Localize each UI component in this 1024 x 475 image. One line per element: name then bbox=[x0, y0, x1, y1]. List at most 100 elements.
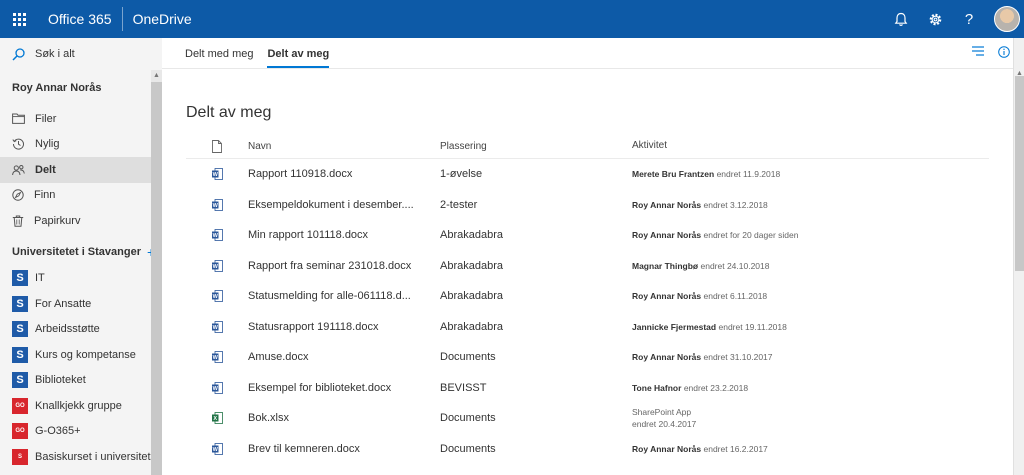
nav-item-files[interactable]: Filer bbox=[0, 106, 162, 132]
file-name[interactable]: Eksempel for biblioteket.docx bbox=[248, 382, 440, 394]
table-row[interactable]: W Amuse.docx Documents Roy Annar Norås e… bbox=[186, 342, 989, 373]
nav-item-recycle-bin[interactable]: Papirkurv bbox=[0, 208, 162, 234]
file-name[interactable]: Bok.xlsx bbox=[248, 412, 440, 424]
main-scrollbar-thumb[interactable] bbox=[1015, 76, 1024, 271]
table-row[interactable]: W Eksempeldokument i desember.... 2-test… bbox=[186, 190, 989, 221]
word-document-icon: W bbox=[211, 381, 223, 394]
site-logo-icon: GO bbox=[12, 423, 28, 440]
word-document-icon: W bbox=[211, 290, 223, 303]
file-name[interactable]: Rapport fra seminar 231018.docx bbox=[248, 260, 440, 272]
sidebar-scrollbar[interactable]: ▲ bbox=[151, 70, 162, 475]
column-header-location[interactable]: Plassering bbox=[440, 141, 632, 152]
svg-text:W: W bbox=[212, 447, 218, 453]
svg-text:W: W bbox=[212, 325, 218, 331]
file-name[interactable]: Brev til kemneren.docx bbox=[248, 443, 440, 455]
file-location[interactable]: 2-tester bbox=[440, 199, 632, 211]
site-item-biblioteket[interactable]: S Biblioteket bbox=[0, 368, 162, 394]
nav-item-label: Finn bbox=[34, 189, 56, 202]
file-name[interactable]: Rapport 110918.docx bbox=[248, 168, 440, 180]
activity-person: Roy Annar Norås bbox=[632, 199, 702, 210]
search-box[interactable]: Søk i alt bbox=[0, 38, 162, 70]
sidebar-scrollbar-thumb[interactable] bbox=[151, 82, 162, 475]
tab-shared-by-me[interactable]: Delt av meg bbox=[267, 48, 330, 68]
file-name[interactable]: Min rapport 101118.docx bbox=[248, 229, 440, 241]
activity-text: endret 6.11.2018 bbox=[703, 291, 768, 302]
table-row[interactable]: W Rapport fra seminar 231018.docx Abraka… bbox=[186, 251, 989, 282]
nav-item-recent[interactable]: Nylig bbox=[0, 132, 162, 158]
table-row[interactable]: W Brev til kemneren.docx Documents Roy A… bbox=[186, 434, 989, 465]
site-item-basiskurset[interactable]: S Basiskurset i universitetsp bbox=[0, 444, 162, 470]
activity-text: endret 3.12.2018 bbox=[703, 199, 768, 210]
nav-item-shared[interactable]: Delt bbox=[0, 157, 162, 183]
nav-item-label: Papirkurv bbox=[34, 214, 81, 227]
svg-text:W: W bbox=[212, 355, 218, 361]
nav-item-label: Filer bbox=[35, 112, 57, 125]
onedrive-link[interactable]: OneDrive bbox=[123, 11, 202, 27]
file-name[interactable]: Amuse.docx bbox=[248, 351, 440, 363]
activity-person: Roy Annar Norås bbox=[632, 352, 702, 363]
word-document-icon: W bbox=[211, 259, 223, 272]
tab-shared-with-me[interactable]: Delt med meg bbox=[185, 48, 253, 68]
file-location[interactable]: Documents bbox=[440, 351, 632, 363]
column-header-row: Navn Plassering Aktivitet bbox=[186, 134, 989, 159]
file-name[interactable]: Statusmelding for alle-061118.d... bbox=[248, 290, 440, 302]
gear-icon[interactable] bbox=[918, 0, 952, 38]
file-location[interactable]: Abrakadabra bbox=[440, 229, 632, 241]
main-scrollbar[interactable]: ▲ bbox=[1013, 38, 1024, 475]
file-location[interactable]: Abrakadabra bbox=[440, 260, 632, 272]
activity-person: Tone Hafnor bbox=[632, 382, 682, 393]
scroll-up-icon[interactable]: ▲ bbox=[151, 70, 162, 81]
section-title-label: Universitetet i Stavanger bbox=[12, 245, 141, 258]
waffle-icon bbox=[12, 12, 26, 26]
activity-text: endret 31.10.2017 bbox=[703, 352, 773, 363]
user-name: Roy Annar Norås bbox=[12, 82, 102, 94]
table-row[interactable]: X Bok.xlsx Documents SharePoint App endre… bbox=[186, 403, 989, 434]
activity-text: endret 19.11.2018 bbox=[718, 321, 787, 332]
table-row[interactable]: W Min rapport 101118.docx Abrakadabra Ro… bbox=[186, 220, 989, 251]
file-type-column-header[interactable] bbox=[186, 139, 248, 153]
site-item-label: Knallkjekk gruppe bbox=[35, 399, 122, 412]
view-options-icon[interactable] bbox=[972, 46, 984, 56]
file-location[interactable]: BEVISST bbox=[440, 382, 632, 394]
file-type-icon bbox=[212, 139, 222, 153]
site-logo-icon: S bbox=[12, 372, 28, 389]
site-item-it[interactable]: S IT bbox=[0, 266, 162, 292]
table-row[interactable]: W Eksempel for biblioteket.docx BEVISST … bbox=[186, 373, 989, 404]
table-row[interactable]: W Rapport 110918.docx 1-øvelse Merete Br… bbox=[186, 159, 989, 190]
file-list: Navn Plassering Aktivitet W Rapport 1109… bbox=[186, 134, 989, 464]
column-header-activity[interactable]: Aktivitet bbox=[632, 140, 989, 152]
file-location[interactable]: Abrakadabra bbox=[440, 321, 632, 333]
site-logo-icon: S bbox=[12, 346, 28, 363]
bell-icon[interactable] bbox=[884, 0, 918, 38]
activity-text: endret 16.2.2017 bbox=[703, 443, 768, 454]
nav-item-discover[interactable]: Finn bbox=[0, 183, 162, 209]
excel-workbook-icon: X bbox=[211, 412, 223, 425]
section-title-uis: Universitetet i Stavanger + bbox=[0, 238, 162, 266]
word-document-icon: W bbox=[211, 320, 223, 333]
file-location[interactable]: Abrakadabra bbox=[440, 290, 632, 302]
table-row[interactable]: W Statusmelding for alle-061118.d... Abr… bbox=[186, 281, 989, 312]
avatar[interactable] bbox=[994, 6, 1020, 32]
file-name[interactable]: Eksempeldokument i desember.... bbox=[248, 199, 440, 211]
help-icon[interactable]: ? bbox=[952, 0, 986, 38]
site-item-for-ansatte[interactable]: S For Ansatte bbox=[0, 291, 162, 317]
site-item-knallkjekk-gruppe[interactable]: GO Knallkjekk gruppe bbox=[0, 393, 162, 419]
site-item-kurs-og-kompetanse[interactable]: S Kurs og kompetanse bbox=[0, 342, 162, 368]
site-logo-icon: S bbox=[12, 270, 28, 287]
file-location[interactable]: 1-øvelse bbox=[440, 168, 632, 180]
site-item-g-o365[interactable]: GO G-O365+ bbox=[0, 419, 162, 445]
site-item-arbeidsstotte[interactable]: S Arbeidsstøtte bbox=[0, 317, 162, 343]
file-location[interactable]: Documents bbox=[440, 443, 632, 455]
office365-link[interactable]: Office 365 bbox=[38, 11, 122, 27]
table-row[interactable]: W Statusrapport 191118.docx Abrakadabra … bbox=[186, 312, 989, 343]
site-item-label: For Ansatte bbox=[35, 297, 92, 310]
top-bar: Office 365 OneDrive ? bbox=[0, 0, 1024, 38]
nav-item-label: Delt bbox=[35, 163, 56, 176]
site-item-label: Kurs og kompetanse bbox=[35, 348, 136, 361]
file-location[interactable]: Documents bbox=[440, 412, 632, 424]
info-icon[interactable] bbox=[998, 46, 1010, 58]
site-logo-icon: S bbox=[12, 448, 28, 465]
app-launcher-button[interactable] bbox=[0, 0, 38, 38]
column-header-name[interactable]: Navn bbox=[248, 141, 440, 152]
file-name[interactable]: Statusrapport 191118.docx bbox=[248, 321, 440, 333]
